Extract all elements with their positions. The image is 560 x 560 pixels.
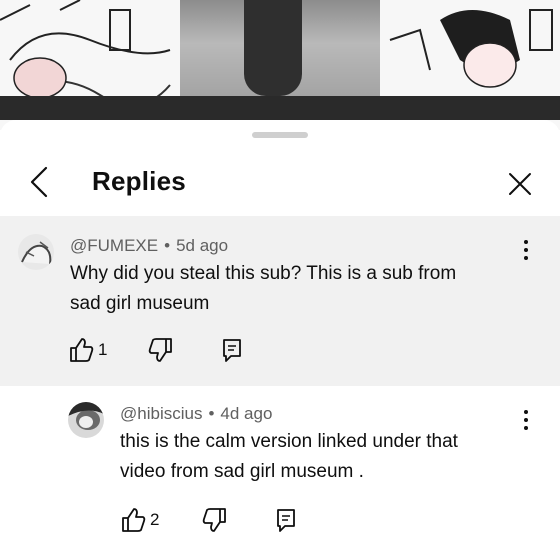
sheet-header: Replies bbox=[0, 150, 560, 214]
meta-separator: • bbox=[208, 404, 215, 423]
reply-icon bbox=[223, 339, 241, 362]
more-options-button[interactable] bbox=[516, 236, 536, 264]
reply-comment: @hibiscius • 4d ago this is the calm versi… bbox=[0, 386, 560, 560]
reply-button[interactable] bbox=[220, 334, 250, 366]
close-icon bbox=[509, 173, 531, 195]
like-count: 1 bbox=[98, 340, 108, 359]
comment-text-line: this is the calm version linked under th… bbox=[120, 431, 458, 452]
back-button[interactable] bbox=[24, 162, 56, 202]
parent-comment: @FUMEXE • 5d ago Why did you steal this su… bbox=[0, 216, 560, 386]
avatar[interactable] bbox=[68, 402, 104, 438]
meta-separator: • bbox=[164, 236, 171, 255]
thumb-down-icon bbox=[148, 338, 172, 362]
comment-text-line: Why did you steal this sub? This is a su… bbox=[70, 263, 457, 284]
reply-button[interactable] bbox=[274, 504, 304, 536]
replies-sheet: Replies @FUMEXE • 5d ago Why did you steal… bbox=[0, 120, 560, 560]
person-figure bbox=[180, 0, 380, 96]
more-vert-icon bbox=[524, 240, 528, 260]
comment-author[interactable]: @FUMEXE bbox=[70, 236, 158, 255]
comment-meta: @FUMEXE • 5d ago bbox=[70, 236, 228, 256]
drag-handle[interactable] bbox=[252, 132, 308, 138]
comment-text-line: video from sad girl museum . bbox=[120, 461, 364, 482]
comment-text: Why did you steal this sub? This is a su… bbox=[70, 259, 520, 319]
like-button[interactable]: 1 bbox=[68, 334, 118, 366]
comment-author[interactable]: @hibiscius bbox=[120, 404, 202, 423]
comment-time[interactable]: 5d ago bbox=[176, 236, 228, 255]
like-button[interactable]: 2 bbox=[120, 504, 170, 536]
close-button[interactable] bbox=[500, 164, 540, 204]
chevron-left-icon bbox=[30, 166, 48, 198]
thumb-up-icon bbox=[70, 338, 94, 362]
more-vert-icon bbox=[524, 410, 528, 430]
thumb-down-icon bbox=[202, 508, 226, 532]
video-preview bbox=[0, 0, 560, 130]
comment-time[interactable]: 4d ago bbox=[220, 404, 272, 423]
comment-text-line: sad girl museum bbox=[70, 293, 210, 314]
comment-actions: 2 bbox=[120, 504, 320, 536]
video-progress-strip bbox=[0, 96, 560, 120]
like-count: 2 bbox=[150, 510, 160, 529]
avatar-image bbox=[68, 402, 104, 438]
avatar[interactable] bbox=[18, 234, 54, 270]
dislike-button[interactable] bbox=[202, 504, 232, 536]
more-options-button[interactable] bbox=[516, 406, 536, 434]
avatar-image bbox=[18, 234, 54, 270]
comment-text: this is the calm version linked under th… bbox=[120, 427, 520, 487]
thumb-up-icon bbox=[122, 508, 146, 532]
sheet-title: Replies bbox=[92, 166, 186, 196]
comment-meta: @hibiscius • 4d ago bbox=[120, 404, 272, 424]
reply-icon bbox=[277, 509, 295, 532]
dislike-button[interactable] bbox=[148, 334, 178, 366]
comment-actions: 1 bbox=[68, 334, 268, 366]
